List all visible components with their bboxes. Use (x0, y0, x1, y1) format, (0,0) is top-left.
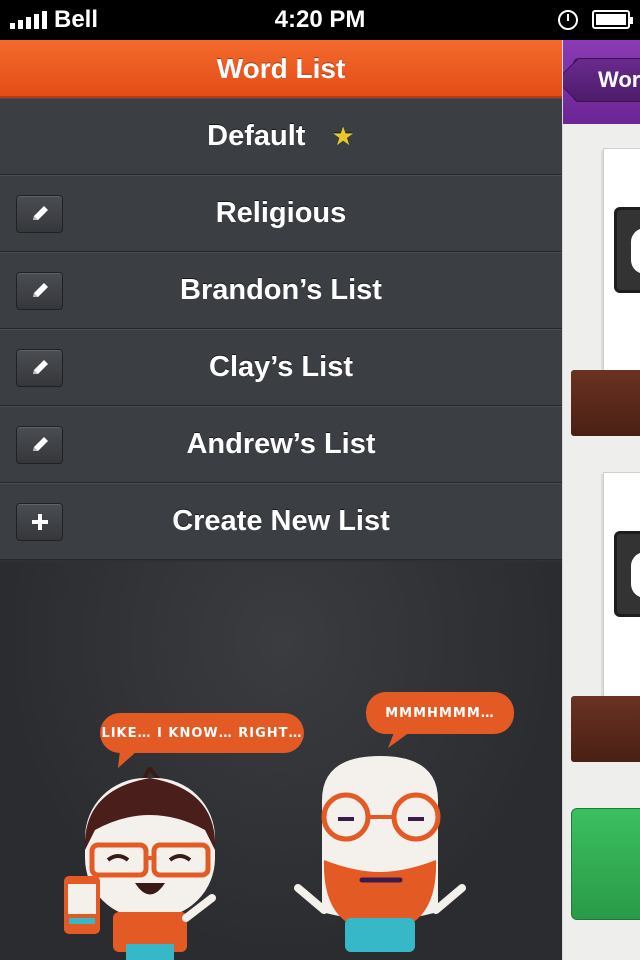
word-card[interactable] (603, 472, 640, 712)
back-button[interactable]: Wor (573, 58, 640, 102)
green-action-button[interactable] (571, 808, 640, 920)
card-screen (614, 207, 640, 293)
wood-shelf (571, 370, 640, 436)
word-card[interactable] (603, 148, 640, 388)
speech-tail (118, 750, 136, 768)
wood-shelf (571, 696, 640, 762)
characters-illustration (64, 730, 466, 960)
phone-illustration (64, 876, 100, 934)
detail-nav-bar: Wor (563, 40, 640, 124)
left-character (84, 766, 216, 960)
word-detail-pane: Wor (562, 40, 640, 960)
card-screen (614, 531, 640, 617)
battery-icon (592, 10, 633, 29)
right-character (294, 756, 466, 952)
right-speech-bubble: MMMHMMM… (366, 692, 514, 734)
